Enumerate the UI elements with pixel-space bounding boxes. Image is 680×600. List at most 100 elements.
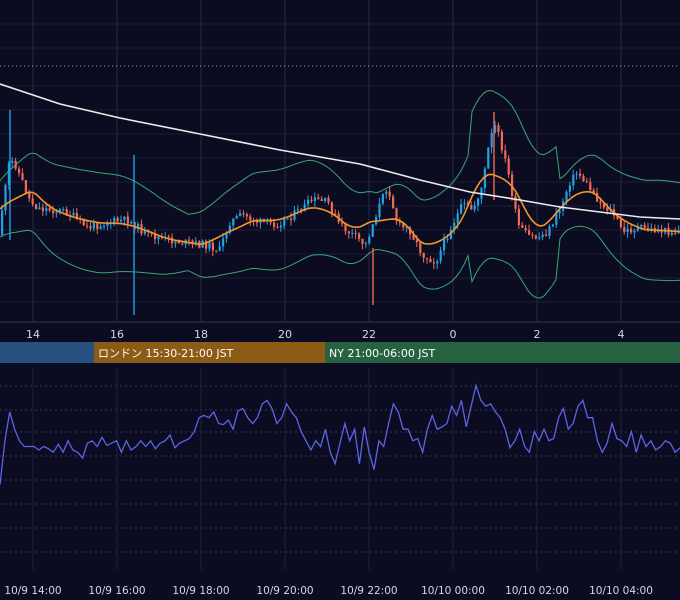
- session-segment: [0, 342, 94, 363]
- candle-body: [317, 197, 320, 200]
- candle-body: [415, 239, 418, 243]
- main-x-tick-label: 18: [194, 328, 208, 341]
- candlesticks: [1, 110, 680, 315]
- candle-body: [585, 181, 588, 183]
- bottom-x-tick-label: 10/9 20:00: [256, 585, 313, 597]
- candle-body: [96, 222, 99, 230]
- candle-body: [443, 239, 446, 251]
- main-x-tick-label: 16: [110, 328, 124, 341]
- candle-body: [324, 197, 327, 201]
- main-x-tick-label: 20: [278, 328, 292, 341]
- candle-body: [92, 222, 95, 229]
- candle-body: [534, 235, 537, 239]
- candle-body: [249, 216, 252, 221]
- candle-body: [364, 243, 367, 245]
- candle-body: [446, 238, 449, 240]
- candle-body: [521, 225, 524, 228]
- candle-body: [582, 175, 585, 182]
- candle-body: [14, 160, 17, 169]
- candle-body: [41, 207, 44, 211]
- candle-body: [565, 191, 568, 202]
- candle-body: [504, 150, 507, 159]
- candle-body: [89, 225, 92, 229]
- moving-averages: [0, 83, 680, 246]
- candle-body: [120, 219, 123, 222]
- candle-body: [670, 232, 673, 235]
- candle-body: [487, 147, 490, 169]
- candle-body: [18, 168, 21, 174]
- candle-body: [286, 218, 289, 220]
- candle-body: [181, 243, 184, 245]
- candle-body: [436, 261, 439, 264]
- bottom-x-tick-label: 10/9 16:00: [88, 585, 145, 597]
- lower-band: [0, 225, 680, 299]
- candle-body: [541, 234, 544, 238]
- candle-body: [215, 250, 218, 252]
- candle-body: [589, 182, 592, 191]
- candle-body: [432, 262, 435, 264]
- main-x-tick-label: 22: [362, 328, 376, 341]
- candle-body: [422, 252, 425, 259]
- candle-body: [630, 228, 633, 233]
- oscillator-grid: [0, 368, 680, 570]
- candle-body: [256, 221, 259, 223]
- candle-body: [296, 209, 299, 211]
- candle-body: [31, 198, 34, 205]
- candle-body: [310, 199, 313, 201]
- candle-body: [103, 225, 106, 227]
- candle-body: [572, 174, 575, 186]
- candle-body: [116, 217, 119, 222]
- candle-body: [52, 210, 55, 214]
- candle-body: [575, 173, 578, 175]
- candle-body: [460, 204, 463, 214]
- bottom-x-tick-label: 10/10 02:00: [505, 585, 569, 597]
- candle-body: [123, 216, 126, 220]
- candle-body: [439, 250, 442, 262]
- candle-body: [507, 158, 510, 175]
- candle-body: [194, 241, 197, 243]
- candle-body: [477, 198, 480, 206]
- main-x-tick-label: 2: [534, 328, 541, 341]
- candle-body: [381, 194, 384, 204]
- candle-body: [633, 230, 636, 233]
- candle-body: [211, 242, 214, 251]
- candle-body: [497, 125, 500, 132]
- candle-body: [157, 236, 160, 240]
- chart-canvas: 14 16 18 20 22 0 2 4 ロンドン 15:30-21:00 JST NY 21:…: [0, 0, 680, 597]
- candle-body: [279, 225, 282, 228]
- candle-body: [579, 173, 582, 176]
- candle-body: [188, 239, 191, 241]
- candle-body: [21, 173, 24, 181]
- candle-body: [28, 192, 31, 199]
- candle-body: [218, 246, 221, 251]
- slow-moving-average: [0, 83, 680, 220]
- candle-body: [239, 213, 242, 217]
- candle-body: [351, 232, 354, 234]
- candle-body: [531, 234, 534, 236]
- candle-body: [626, 228, 629, 232]
- candle-body: [11, 160, 14, 163]
- candle-body: [1, 210, 4, 235]
- candle-body: [174, 241, 177, 244]
- candle-body: [4, 184, 7, 211]
- candle-body: [500, 131, 503, 151]
- candle-body: [113, 217, 116, 223]
- candle-body: [568, 185, 571, 192]
- candle-body: [551, 224, 554, 227]
- candle-body: [62, 209, 65, 211]
- candle-body: [354, 232, 357, 234]
- candle-body: [358, 233, 361, 239]
- candle-body: [517, 208, 520, 226]
- candle-body: [514, 196, 517, 209]
- bottom-x-tick-label: 10/9 18:00: [172, 585, 229, 597]
- main-x-tick-label: 4: [618, 328, 625, 341]
- upper-band: [0, 90, 680, 215]
- bottom-x-tick-label: 10/9 14:00: [4, 585, 61, 597]
- candle-body: [99, 226, 102, 230]
- candle-body: [456, 213, 459, 224]
- candle-body: [24, 180, 27, 193]
- trading-session-bar: ロンドン 15:30-21:00 JST NY 21:00-06:00 JST: [0, 342, 680, 363]
- candle-body: [426, 258, 429, 260]
- candle-body: [392, 196, 395, 209]
- candle-body: [371, 224, 374, 237]
